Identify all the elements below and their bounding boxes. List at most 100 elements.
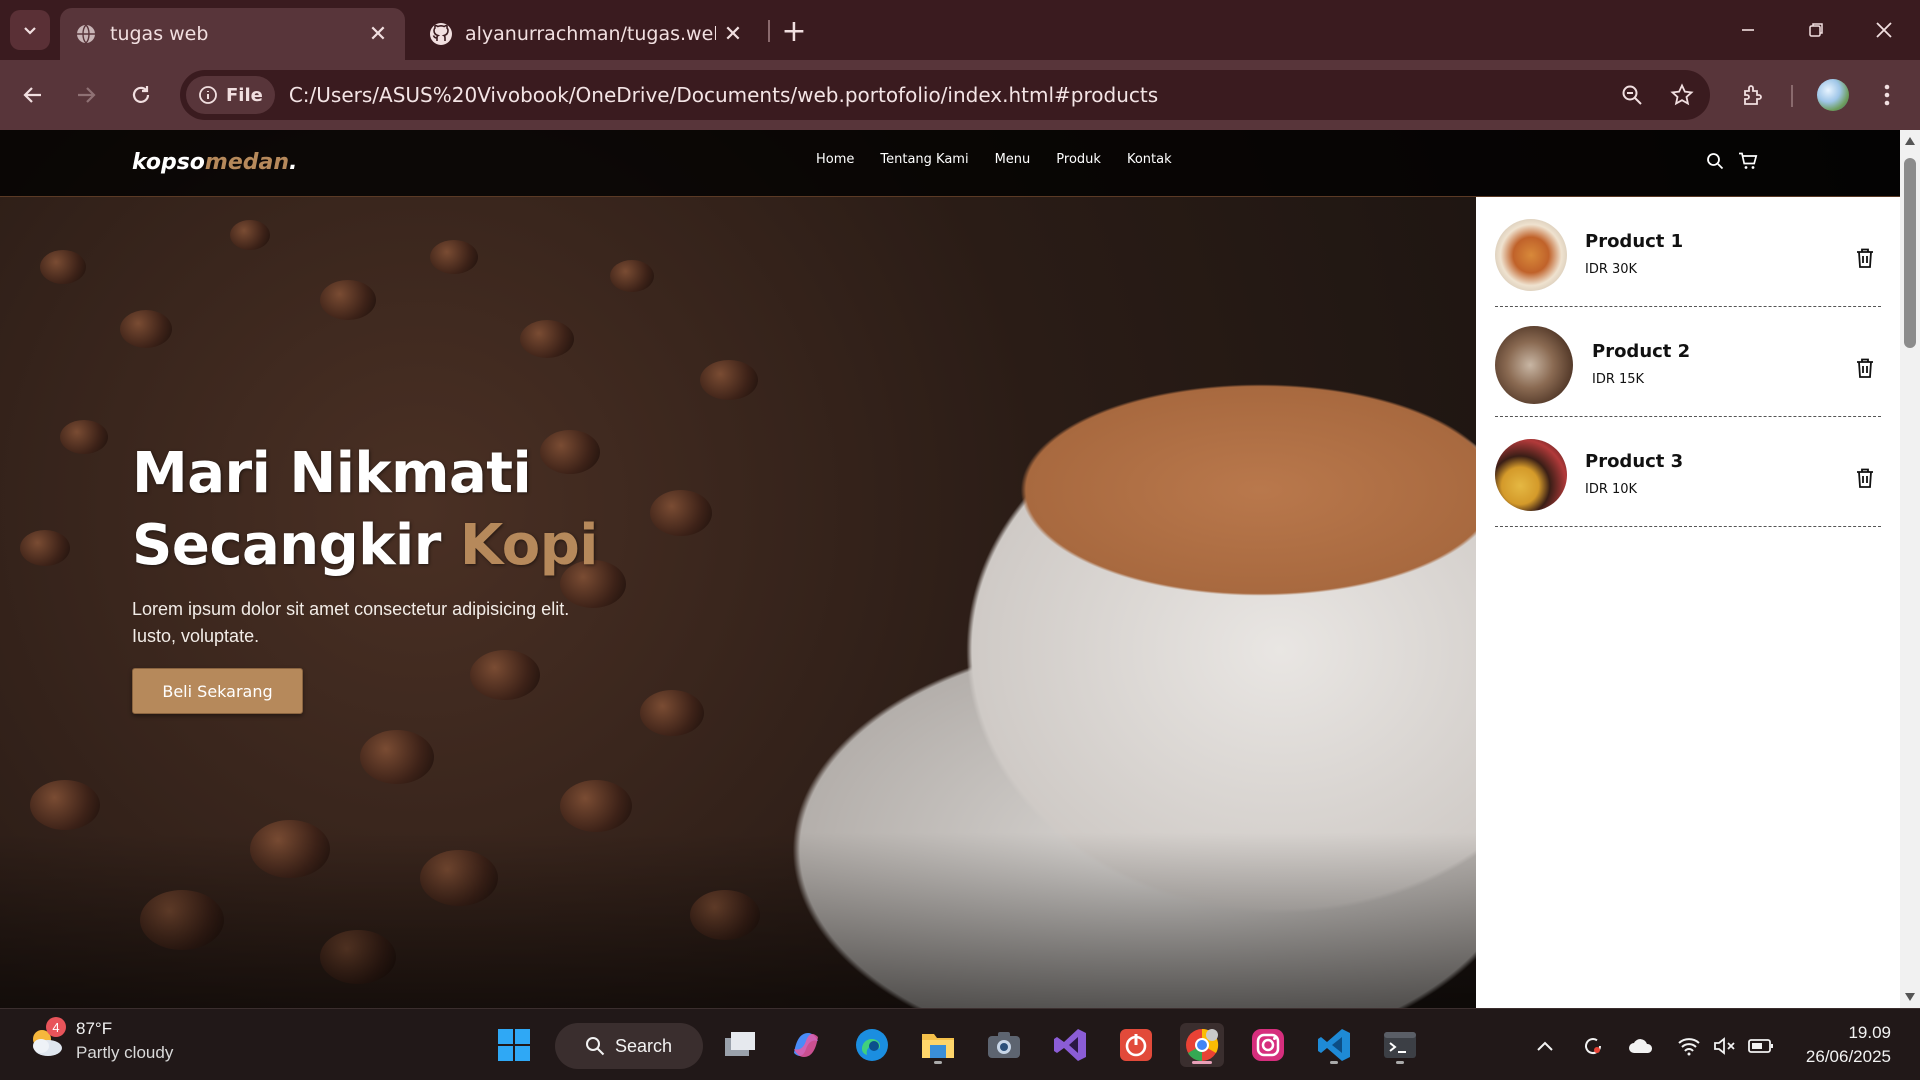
product-name: Product 1 bbox=[1585, 231, 1684, 252]
weather-widget[interactable]: 4 87°F Partly cloudy bbox=[26, 1017, 174, 1063]
camera-icon bbox=[988, 1032, 1020, 1058]
sync-icon bbox=[1585, 1038, 1602, 1055]
product-price: IDR 30K bbox=[1585, 262, 1638, 277]
scroll-up-icon[interactable] bbox=[1904, 136, 1916, 146]
taskbar-search[interactable]: Search bbox=[555, 1023, 703, 1069]
zoom-button[interactable] bbox=[1616, 79, 1648, 111]
site-info-chip[interactable]: File bbox=[186, 76, 275, 114]
instagram-app[interactable] bbox=[1246, 1023, 1290, 1067]
restore-icon bbox=[1809, 23, 1823, 37]
terminal-app[interactable] bbox=[1378, 1023, 1422, 1067]
puzzle-icon bbox=[1744, 85, 1762, 105]
minimize-icon bbox=[1742, 29, 1754, 31]
chevron-down-icon bbox=[24, 27, 36, 35]
hero-title: Mari Nikmati Secangkir Kopi bbox=[132, 441, 599, 578]
file-explorer-app[interactable] bbox=[916, 1023, 960, 1067]
minimize-button[interactable] bbox=[1720, 8, 1776, 52]
github-icon bbox=[429, 22, 453, 46]
menu-link-kontak[interactable]: Kontak bbox=[1127, 152, 1172, 167]
visual-studio-icon bbox=[1054, 1029, 1086, 1061]
page-scrollbar[interactable] bbox=[1900, 130, 1920, 1008]
weather-temp: 87°F bbox=[76, 1019, 113, 1038]
avatar bbox=[1817, 79, 1849, 111]
navbar-icons bbox=[1706, 152, 1758, 170]
tab-tugas-web[interactable]: tugas web ✕ bbox=[60, 8, 405, 60]
menu-link-home[interactable]: Home bbox=[816, 152, 854, 167]
chrome-app[interactable] bbox=[1180, 1023, 1224, 1067]
chrome-icon bbox=[1186, 1028, 1219, 1062]
close-tab-icon[interactable]: ✕ bbox=[716, 17, 750, 51]
wifi-tray-icon[interactable] bbox=[1674, 1031, 1704, 1061]
browser-tab-bar: tugas web ✕ alyanurrachman/tugas.web.por… bbox=[0, 0, 1920, 60]
show-hidden-icons-button[interactable] bbox=[1530, 1031, 1560, 1061]
chip-label: File bbox=[226, 84, 263, 106]
volume-muted-icon bbox=[1714, 1037, 1735, 1055]
terminal-icon bbox=[1384, 1032, 1416, 1058]
chevron-up-icon bbox=[1537, 1041, 1553, 1051]
product-image bbox=[1495, 439, 1567, 511]
vscode-app[interactable] bbox=[1312, 1023, 1356, 1067]
new-tab-button[interactable]: + bbox=[775, 12, 813, 50]
tab-title: alyanurrachman/tugas.web.port bbox=[465, 23, 716, 45]
trash-icon[interactable] bbox=[1855, 357, 1875, 379]
tab-github[interactable]: alyanurrachman/tugas.web.port ✕ bbox=[415, 8, 760, 60]
reload-button[interactable] bbox=[121, 75, 161, 115]
taskbar-clock[interactable]: 19.09 26/06/2025 bbox=[1795, 1021, 1891, 1069]
weather-icon: 4 bbox=[26, 1017, 66, 1061]
menu-link-produk[interactable]: Produk bbox=[1056, 152, 1101, 167]
tab-title: tugas web bbox=[110, 23, 209, 45]
buy-now-button[interactable]: Beli Sekarang bbox=[132, 668, 303, 714]
power-app[interactable] bbox=[1114, 1023, 1158, 1067]
scrollbar-thumb[interactable] bbox=[1904, 158, 1916, 348]
product-image bbox=[1495, 219, 1567, 291]
product-name: Product 2 bbox=[1592, 341, 1691, 362]
site-logo[interactable]: kopsomedan. bbox=[132, 150, 297, 175]
instagram-icon bbox=[1252, 1029, 1284, 1061]
weather-condition: Partly cloudy bbox=[76, 1043, 174, 1062]
toolbar-divider bbox=[1791, 85, 1793, 107]
forward-button[interactable] bbox=[66, 75, 106, 115]
close-window-button[interactable] bbox=[1856, 8, 1912, 52]
search-icon[interactable] bbox=[1706, 152, 1724, 170]
menu-link-menu[interactable]: Menu bbox=[995, 152, 1031, 167]
url-text: C:/Users/ASUS%20Vivobook/OneDrive/Docume… bbox=[288, 83, 1159, 107]
hero-content: Mari Nikmati Secangkir Kopi Lorem ipsum … bbox=[132, 438, 612, 714]
camera-app[interactable] bbox=[982, 1023, 1026, 1067]
scroll-down-icon[interactable] bbox=[1904, 992, 1916, 1002]
reload-icon bbox=[132, 86, 150, 103]
onedrive-tray-icon[interactable] bbox=[1626, 1031, 1656, 1061]
cart-item: Product 3 IDR 10K bbox=[1495, 417, 1881, 527]
battery-tray-icon[interactable] bbox=[1746, 1031, 1776, 1061]
sync-tray-icon[interactable] bbox=[1578, 1031, 1608, 1061]
tab-search-button[interactable] bbox=[10, 10, 50, 50]
star-icon bbox=[1670, 83, 1694, 106]
back-button[interactable] bbox=[13, 75, 53, 115]
bookmark-button[interactable] bbox=[1666, 79, 1698, 111]
product-name: Product 3 bbox=[1585, 451, 1684, 472]
product-price: IDR 15K bbox=[1592, 372, 1645, 387]
address-bar[interactable]: File C:/Users/ASUS%20Vivobook/OneDrive/D… bbox=[180, 70, 1710, 120]
search-label: Search bbox=[615, 1035, 673, 1056]
profile-button[interactable] bbox=[1813, 75, 1853, 115]
menu-link-tentang-kami[interactable]: Tentang Kami bbox=[880, 152, 968, 167]
start-button[interactable] bbox=[492, 1023, 536, 1067]
product-price: IDR 10K bbox=[1585, 482, 1638, 497]
zoom-icon bbox=[1622, 85, 1642, 105]
edge-app[interactable] bbox=[850, 1023, 894, 1067]
volume-tray-icon[interactable] bbox=[1710, 1031, 1740, 1061]
shopping-cart-icon[interactable] bbox=[1738, 152, 1758, 170]
close-tab-icon[interactable]: ✕ bbox=[361, 17, 395, 51]
task-view-button[interactable] bbox=[718, 1023, 762, 1067]
extensions-button[interactable] bbox=[1733, 75, 1773, 115]
trash-icon[interactable] bbox=[1855, 247, 1875, 269]
info-icon bbox=[199, 86, 217, 104]
visual-studio-app[interactable] bbox=[1048, 1023, 1092, 1067]
wifi-icon bbox=[1678, 1038, 1700, 1056]
restore-button[interactable] bbox=[1788, 8, 1844, 52]
trash-icon[interactable] bbox=[1855, 467, 1875, 489]
menu-button[interactable] bbox=[1867, 75, 1907, 115]
windows-logo-icon bbox=[498, 1029, 530, 1061]
copilot-app[interactable] bbox=[784, 1023, 828, 1067]
task-view-icon bbox=[725, 1032, 755, 1056]
hero-title-highlight: Kopi bbox=[459, 513, 599, 578]
